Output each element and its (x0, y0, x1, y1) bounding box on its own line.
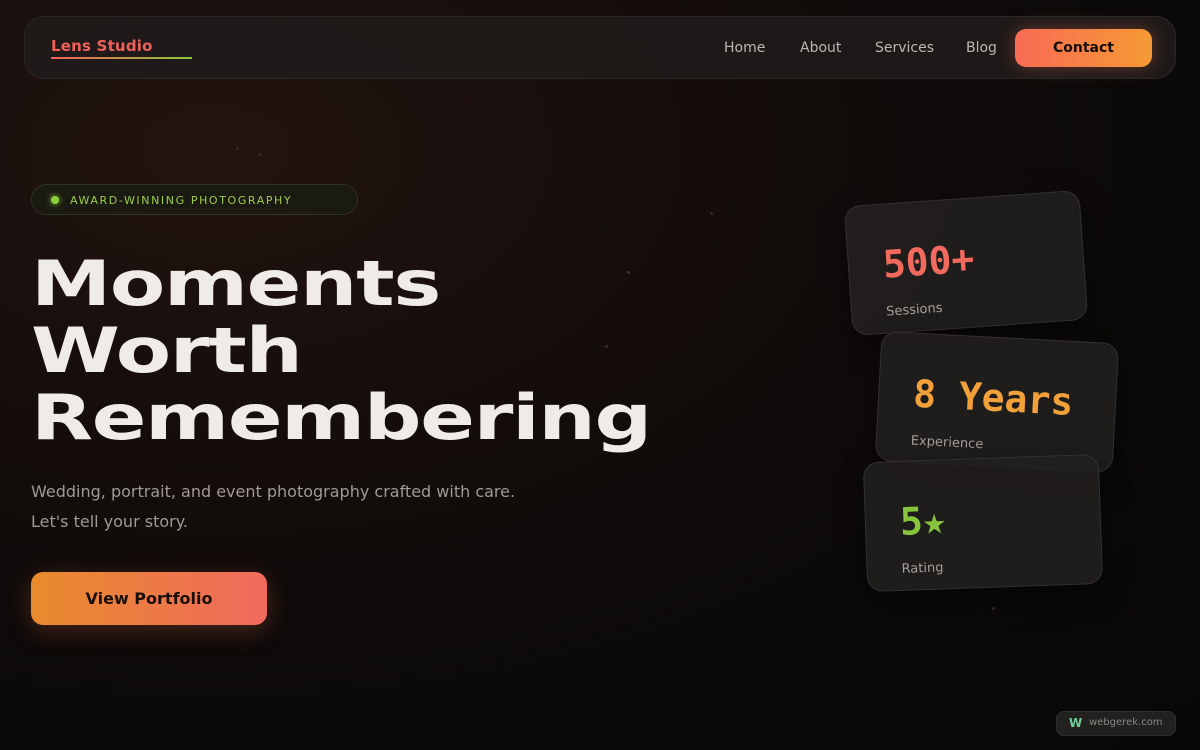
award-badge: AWARD-WINNING PHOTOGRAPHY (31, 184, 358, 215)
headline-line: Moments (31, 247, 441, 320)
headline-line: Remembering (31, 381, 652, 454)
nav-link-services[interactable]: Services (875, 40, 934, 56)
hero-subtitle-line: Wedding, portrait, and event photography… (31, 482, 516, 501)
background-particle (258, 153, 261, 156)
stat-card-sessions: 500+ Sessions (843, 189, 1089, 337)
background-particle (236, 147, 239, 150)
hero-headline: Moments Worth Remembering (31, 247, 652, 454)
contact-button[interactable]: Contact (1015, 29, 1152, 67)
stat-card-experience: 8 Years Experience (874, 330, 1120, 474)
stat-value: 500+ (881, 236, 976, 287)
watermark-badge[interactable]: W webgerek.com (1056, 711, 1176, 736)
nav-link-home[interactable]: Home (724, 40, 765, 56)
brand-underline (51, 57, 192, 59)
watermark-text: webgerek.com (1089, 717, 1163, 728)
hero-subtitle: Wedding, portrait, and event photography… (31, 477, 515, 537)
stat-label: Sessions (885, 300, 943, 320)
stat-card-rating: 5★ Rating (862, 453, 1104, 593)
hero-subtitle-line: Let's tell your story. (31, 512, 188, 531)
background-particle (992, 607, 995, 610)
nav-link-about[interactable]: About (800, 40, 841, 56)
nav-link-blog[interactable]: Blog (966, 40, 997, 56)
status-dot-icon (51, 196, 59, 204)
webgerek-logo-icon: W (1069, 716, 1083, 730)
brand-logo[interactable]: Lens Studio (51, 37, 153, 55)
background-particle (710, 212, 713, 215)
stat-value: 8 Years (912, 371, 1075, 424)
headline-line: Worth (31, 314, 303, 387)
stat-label: Experience (910, 433, 984, 453)
view-portfolio-button[interactable]: View Portfolio (31, 572, 267, 625)
navbar: Lens Studio Home About Services Blog Con… (24, 16, 1176, 79)
stat-label: Rating (901, 560, 944, 577)
stat-value: 5★ (899, 498, 947, 544)
award-badge-label: AWARD-WINNING PHOTOGRAPHY (70, 194, 293, 207)
